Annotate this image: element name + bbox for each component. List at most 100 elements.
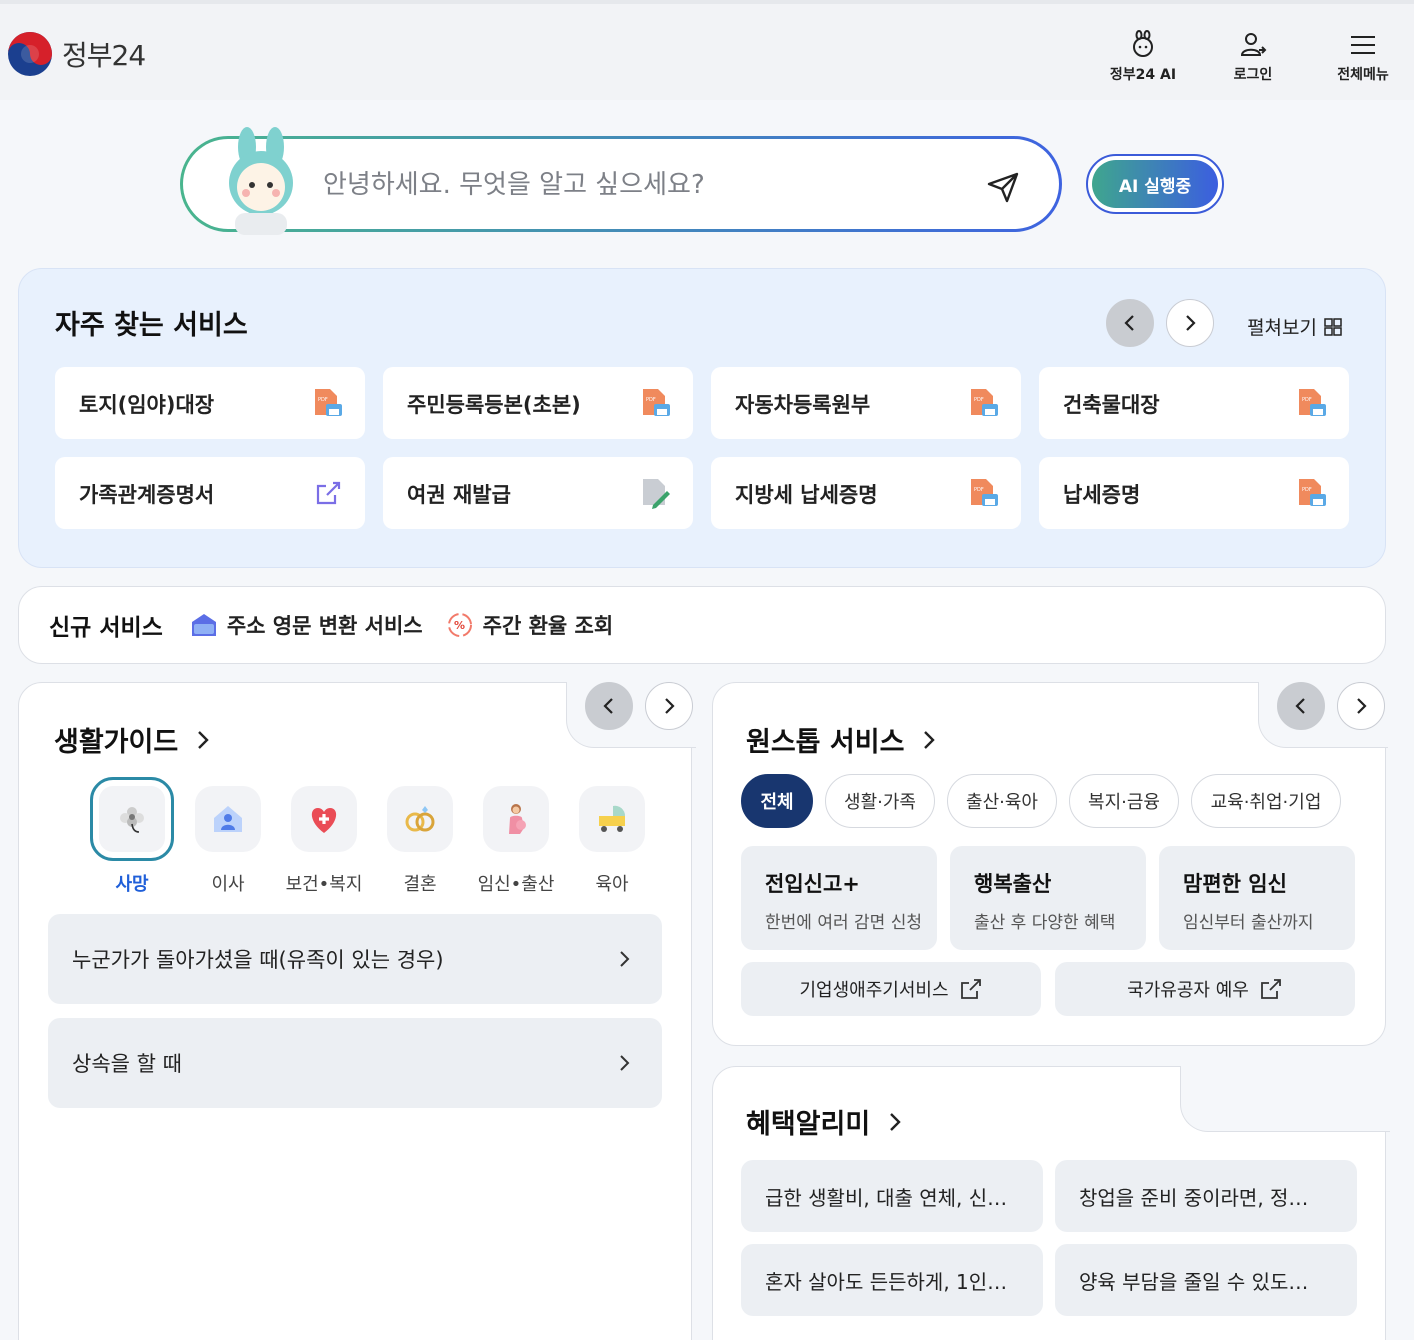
pdf-print-icon: PDF — [1299, 479, 1326, 506]
one-stop-tile-subtitle: 출산 후 다양한 혜택 — [974, 913, 1116, 933]
service-tile-building-ledger[interactable]: 건축물대장 PDF — [1039, 367, 1349, 439]
nav-gov24-ai[interactable]: 정부24 AI — [1106, 30, 1180, 84]
category-icon-box — [387, 786, 453, 852]
service-tile-label: 여권 재발급 — [407, 483, 511, 507]
life-guide-next-button[interactable] — [645, 682, 693, 730]
svg-text:PDF: PDF — [974, 397, 984, 403]
category-label: 이사 — [211, 874, 245, 895]
new-service-address-english[interactable]: 주소 영문 변환 서비스 — [189, 610, 423, 640]
service-tile-family-relation[interactable]: 가족관계증명서 — [55, 457, 365, 529]
service-tile-local-tax-certificate[interactable]: 지방세 납세증명 PDF — [711, 457, 1021, 529]
nav-all-menu[interactable]: 전체메뉴 — [1326, 30, 1400, 84]
one-stop-tile-title: 맘편한 임신 — [1183, 872, 1287, 896]
guide-row-label: 상속을 할 때 — [72, 1052, 182, 1076]
user-login-icon — [1240, 33, 1267, 56]
guide-row-inheritance[interactable]: 상속을 할 때 — [48, 1018, 662, 1108]
business-lifecycle-link[interactable]: 기업생애주기서비스 — [741, 962, 1041, 1016]
benefit-alert-notch — [1180, 1066, 1390, 1132]
service-tile-land-ledger[interactable]: 토지(임야)대장 PDF — [55, 367, 365, 439]
hamburger-menu-icon — [1351, 36, 1375, 54]
service-tile-passport-reissue[interactable]: 여권 재발급 — [383, 457, 693, 529]
frequent-next-button[interactable] — [1166, 299, 1214, 347]
benefit-alert-title-link[interactable]: 혜택알리미 — [746, 1102, 906, 1141]
service-tile-label: 건축물대장 — [1063, 393, 1160, 417]
benefit-item[interactable]: 혼자 살아도 든든하게, 1인… — [741, 1244, 1043, 1316]
benefit-item[interactable]: 창업을 준비 중이라면, 정… — [1055, 1160, 1357, 1232]
life-guide-prev-button[interactable] — [585, 682, 633, 730]
category-label: 사망 — [115, 874, 149, 895]
benefit-item[interactable]: 급한 생활비, 대출 연체, 신… — [741, 1160, 1043, 1232]
one-stop-tile-move-in[interactable]: 전입신고+ 한번에 여러 감면 신청 — [741, 846, 937, 950]
send-icon[interactable] — [985, 169, 1021, 205]
category-pregnancy-birth[interactable]: 임신•출산 — [474, 786, 558, 896]
new-services-title: 신규 서비스 — [49, 615, 163, 641]
service-tile-label: 지방세 납세증명 — [735, 483, 878, 507]
nav-login[interactable]: 로그인 — [1216, 30, 1290, 84]
one-stop-title-link[interactable]: 원스톱 서비스 — [746, 720, 940, 759]
chip-education-jobs-business[interactable]: 교육·취업·기업 — [1191, 774, 1341, 828]
guide-row-bereavement[interactable]: 누군가가 돌아가셨을 때(유족이 있는 경우) — [48, 914, 662, 1004]
benefit-item-label: 혼자 살아도 든든하게, 1인… — [765, 1270, 1008, 1294]
svg-text:PDF: PDF — [318, 397, 328, 403]
service-tile-vehicle-registration[interactable]: 자동차등록원부 PDF — [711, 367, 1021, 439]
expand-label: 펼쳐보기 — [1247, 317, 1317, 339]
national-merit-link[interactable]: 국가유공자 예우 — [1055, 962, 1355, 1016]
ai-running-label: AI 실행중 — [1092, 160, 1218, 208]
grid-icon — [1324, 317, 1342, 336]
one-stop-tile-happy-birth[interactable]: 행복출산 출산 후 다양한 혜택 — [950, 846, 1146, 950]
top-header: 정부24 정부24 AI 로그인 전체메뉴 — [0, 0, 1414, 100]
top-nav: 정부24 AI 로그인 전체메뉴 — [1106, 30, 1400, 84]
chevron-right-icon — [665, 698, 675, 714]
service-tile-resident-registration[interactable]: 주민등록등본(초본) PDF — [383, 367, 693, 439]
one-stop-next-button[interactable] — [1337, 682, 1385, 730]
chevron-left-icon — [603, 698, 613, 714]
life-guide-title-link[interactable]: 생활가이드 — [54, 720, 214, 759]
one-stop-title: 원스톱 서비스 — [746, 727, 905, 758]
service-tile-label: 주민등록등본(초본) — [407, 393, 581, 417]
chip-birth-childcare[interactable]: 출산·육아 — [947, 774, 1057, 828]
one-stop-prev-button[interactable] — [1277, 682, 1325, 730]
category-label: 결혼 — [403, 874, 437, 895]
benefit-alert-title: 혜택알리미 — [746, 1109, 871, 1140]
svg-text:PDF: PDF — [974, 487, 984, 493]
search-input[interactable] — [323, 163, 963, 207]
chip-all[interactable]: 전체 — [741, 774, 813, 828]
svg-text:PDF: PDF — [1302, 397, 1312, 403]
chip-welfare-finance[interactable]: 복지·금융 — [1069, 774, 1179, 828]
one-stop-link-label: 국가유공자 예우 — [1127, 980, 1249, 1001]
category-icon-box — [90, 777, 174, 861]
chevron-right-icon — [620, 951, 630, 967]
pregnant-woman-icon — [509, 804, 526, 834]
service-tile-tax-certificate[interactable]: 납세증명 PDF — [1039, 457, 1349, 529]
nav-label: 전체메뉴 — [1337, 67, 1389, 83]
external-link-icon — [1260, 979, 1281, 999]
category-moving[interactable]: 이사 — [186, 786, 270, 896]
category-marriage[interactable]: 결혼 — [378, 786, 462, 896]
benefit-item-label: 급한 생활비, 대출 연체, 신… — [765, 1186, 1008, 1210]
category-label: 육아 — [595, 874, 629, 895]
category-death[interactable]: 사망 — [90, 777, 174, 896]
chevron-right-icon — [198, 730, 209, 749]
frequent-prev-button[interactable] — [1106, 299, 1154, 347]
service-tile-label: 토지(임야)대장 — [79, 393, 215, 417]
gov24-logo[interactable]: 정부24 — [6, 30, 146, 78]
category-childcare[interactable]: 육아 — [570, 786, 654, 896]
pdf-print-icon: PDF — [971, 479, 998, 506]
guide-row-label: 누군가가 돌아가셨을 때(유족이 있는 경우) — [72, 948, 444, 972]
ai-running-button[interactable]: AI 실행중 — [1086, 154, 1224, 214]
service-tile-label: 납세증명 — [1063, 483, 1141, 507]
rings-icon — [405, 806, 435, 832]
external-link-icon — [316, 481, 341, 505]
pdf-print-icon: PDF — [643, 389, 670, 416]
new-service-label: 주소 영문 변환 서비스 — [226, 614, 423, 638]
bunny-mascot-icon — [229, 127, 293, 235]
one-stop-tile-pregnancy[interactable]: 맘편한 임신 임신부터 출산까지 — [1159, 846, 1355, 950]
chevron-right-icon — [1357, 698, 1367, 714]
frequent-services-panel: 자주 찾는 서비스 펼쳐보기 토지(임야)대장 PDF 주민등록등본(초본) P… — [18, 268, 1386, 568]
benefit-item[interactable]: 양육 부담을 줄일 수 있도… — [1055, 1244, 1357, 1316]
logo-text: 정부24 — [62, 39, 146, 72]
expand-view-button[interactable]: 펼쳐보기 — [1247, 313, 1343, 340]
category-health-welfare[interactable]: 보건•복지 — [282, 786, 366, 896]
chip-life-family[interactable]: 생활·가족 — [825, 774, 935, 828]
new-service-exchange-rate[interactable]: % 주간 환율 조회 — [445, 610, 613, 640]
